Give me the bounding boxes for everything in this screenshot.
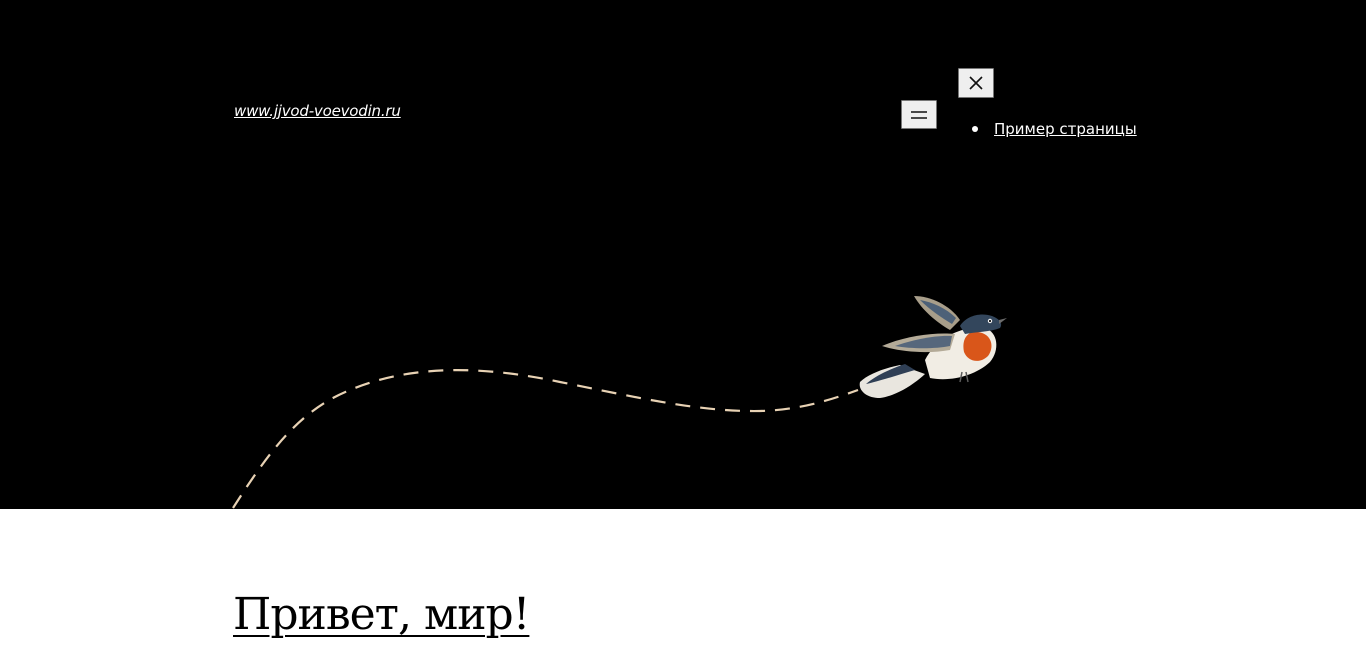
post-title-link[interactable]: Привет, мир!: [233, 585, 530, 645]
primary-navigation: Пример страницы: [972, 118, 1137, 140]
close-menu-button[interactable]: [958, 68, 994, 98]
bird-illustration: [232, 296, 1007, 509]
close-icon: [969, 76, 983, 90]
flight-path-dashed-line: [232, 369, 859, 509]
nav-link-sample-page[interactable]: Пример страницы: [994, 120, 1137, 138]
open-menu-button[interactable]: [901, 100, 937, 129]
nav-item-sample-page: Пример страницы: [972, 118, 1137, 140]
bullet-icon: [972, 126, 978, 132]
site-header: www.jjvod-voevodin.ru Пример страницы: [0, 0, 1366, 509]
site-title-link[interactable]: www.jjvod-voevodin.ru: [234, 102, 401, 120]
hamburger-icon: [911, 110, 927, 119]
bird-icon: [859, 296, 1007, 398]
